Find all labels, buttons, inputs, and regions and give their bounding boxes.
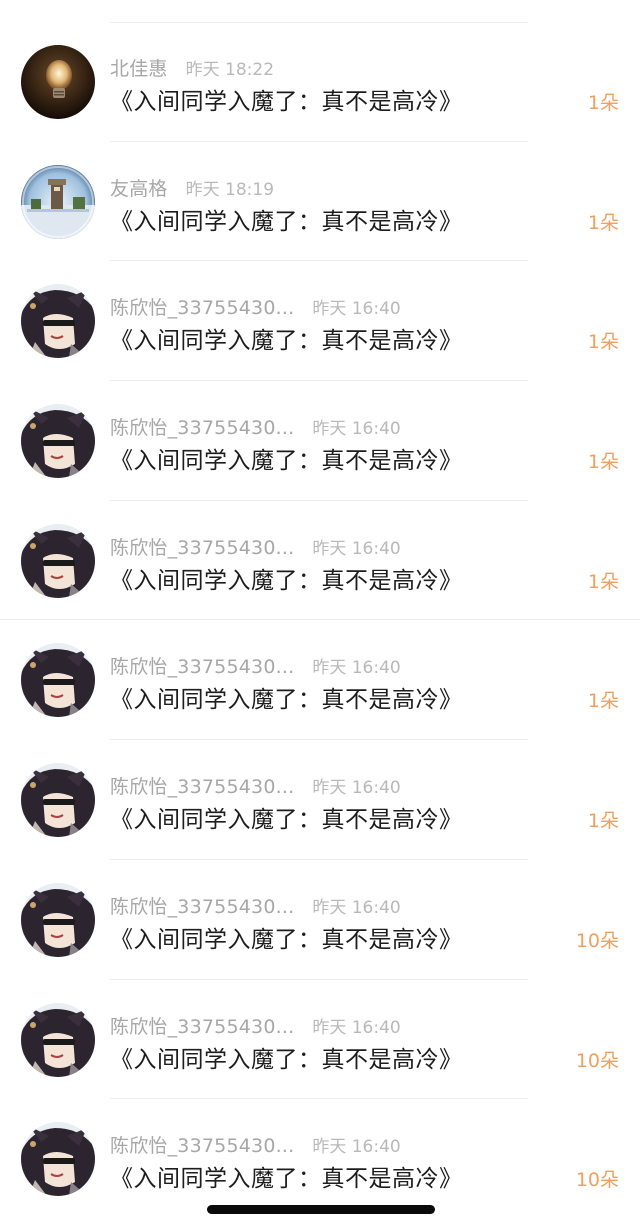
list-item[interactable]: 陈欣怡_33755430... 昨天 16:40 《入间同学入魔了：真不是高冷》… (0, 860, 640, 980)
book-title: 《入间同学入魔了：真不是高冷》 (110, 926, 463, 953)
list-item[interactable]: 陈欣怡_33755430... 昨天 16:40 《入间同学入魔了：真不是高冷》… (0, 381, 640, 501)
flower-count: 10朵 (575, 929, 619, 952)
book-title: 《入间同学入魔了：真不是高冷》 (110, 1046, 463, 1073)
list-item[interactable]: 陈欣怡_33755430... 昨天 16:40 《入间同学入魔了：真不是高冷》… (0, 980, 640, 1100)
avatar[interactable] (21, 882, 95, 957)
avatar[interactable] (21, 284, 95, 359)
avatar[interactable] (21, 45, 95, 119)
timestamp: 昨天 18:22 (185, 60, 275, 80)
book-title: 《入间同学入魔了：真不是高冷》 (110, 208, 463, 235)
avatar[interactable] (21, 1122, 95, 1197)
anime-avatar-icon (21, 1122, 95, 1197)
avatar[interactable] (21, 404, 95, 479)
anime-avatar-icon (21, 643, 95, 718)
sender-name[interactable]: 陈欣怡_33755430... (110, 1012, 294, 1039)
anime-avatar-icon (21, 284, 95, 359)
list-item[interactable]: 陈欣怡_33755430... 昨天 16:40 《入间同学入魔了：真不是高冷》… (0, 261, 640, 382)
avatar[interactable] (21, 1002, 95, 1077)
list-item[interactable]: 陈欣怡_33755430... 昨天 16:40 《入间同学入魔了：真不是高冷》… (0, 1099, 640, 1219)
anime-avatar-icon (21, 763, 95, 838)
sender-name[interactable]: 陈欣怡_33755430... (110, 772, 294, 799)
book-title: 《入间同学入魔了：真不是高冷》 (110, 328, 463, 355)
book-title: 《入间同学入魔了：真不是高冷》 (110, 807, 463, 834)
book-title: 《入间同学入魔了：真不是高冷》 (110, 567, 463, 594)
anime-avatar-icon (21, 523, 95, 598)
anime-avatar-icon (21, 882, 95, 957)
sender-name[interactable]: 陈欣怡_33755430... (110, 413, 294, 440)
flower-count: 1朵 (587, 810, 619, 833)
anime-avatar-icon (21, 1002, 95, 1077)
home-indicator[interactable] (207, 1205, 435, 1214)
book-title: 《入间同学入魔了：真不是高冷》 (110, 448, 463, 475)
timestamp: 昨天 16:40 (312, 419, 401, 440)
avatar[interactable] (21, 763, 95, 838)
book-title: 《入间同学入魔了：真不是高冷》 (110, 89, 463, 115)
flower-count: 10朵 (575, 1169, 619, 1192)
gift-record-page: 北佳惠 昨天 18:22 《入间同学入魔了：真不是高冷》 1朵 友高格 昨天 1… (0, 0, 640, 1228)
timestamp: 昨天 16:40 (312, 1017, 401, 1038)
flower-count: 1朵 (587, 690, 619, 713)
list-item[interactable]: 陈欣怡_33755430... 昨天 16:40 《入间同学入魔了：真不是高冷》… (0, 501, 640, 621)
sender-name[interactable]: 陈欣怡_33755430... (110, 533, 294, 560)
list-item[interactable]: 陈欣怡_33755430... 昨天 16:40 《入间同学入魔了：真不是高冷》… (0, 620, 640, 741)
flower-count: 10朵 (575, 1049, 619, 1072)
flower-count: 1朵 (587, 451, 619, 474)
flower-count: 1朵 (587, 92, 619, 114)
sender-name[interactable]: 北佳惠 (110, 54, 168, 81)
avatar[interactable] (21, 164, 95, 239)
flower-count: 1朵 (587, 211, 619, 234)
list-item[interactable]: 北佳惠 昨天 18:22 《入间同学入魔了：真不是高冷》 1朵 (0, 22, 640, 142)
list-item[interactable]: 友高格 昨天 18:19 《入间同学入魔了：真不是高冷》 1朵 (0, 142, 640, 262)
flower-count: 1朵 (587, 570, 619, 593)
avatar[interactable] (21, 523, 95, 598)
sender-name[interactable]: 陈欣怡_33755430... (110, 652, 294, 679)
timestamp: 昨天 16:40 (312, 299, 401, 320)
timestamp: 昨天 18:19 (185, 179, 275, 200)
globe-avatar-icon (21, 164, 95, 239)
timestamp: 昨天 16:40 (312, 778, 401, 799)
gift-list[interactable]: 北佳惠 昨天 18:22 《入间同学入魔了：真不是高冷》 1朵 友高格 昨天 1… (0, 22, 640, 1219)
timestamp: 昨天 16:40 (312, 658, 401, 679)
book-title: 《入间同学入魔了：真不是高冷》 (110, 1166, 463, 1193)
lightbulb-avatar-icon (21, 45, 95, 119)
sender-name[interactable]: 陈欣怡_33755430... (110, 1131, 294, 1158)
book-title: 《入间同学入魔了：真不是高冷》 (110, 687, 463, 714)
list-item[interactable]: 陈欣怡_33755430... 昨天 16:40 《入间同学入魔了：真不是高冷》… (0, 740, 640, 860)
timestamp: 昨天 16:40 (312, 1137, 401, 1158)
sender-name[interactable]: 友高格 (110, 174, 168, 201)
timestamp: 昨天 16:40 (312, 897, 401, 918)
sender-name[interactable]: 陈欣怡_33755430... (110, 293, 294, 320)
timestamp: 昨天 16:40 (312, 538, 401, 559)
anime-avatar-icon (21, 404, 95, 479)
sender-name[interactable]: 陈欣怡_33755430... (110, 892, 294, 919)
avatar[interactable] (21, 643, 95, 718)
flower-count: 1朵 (587, 331, 619, 354)
